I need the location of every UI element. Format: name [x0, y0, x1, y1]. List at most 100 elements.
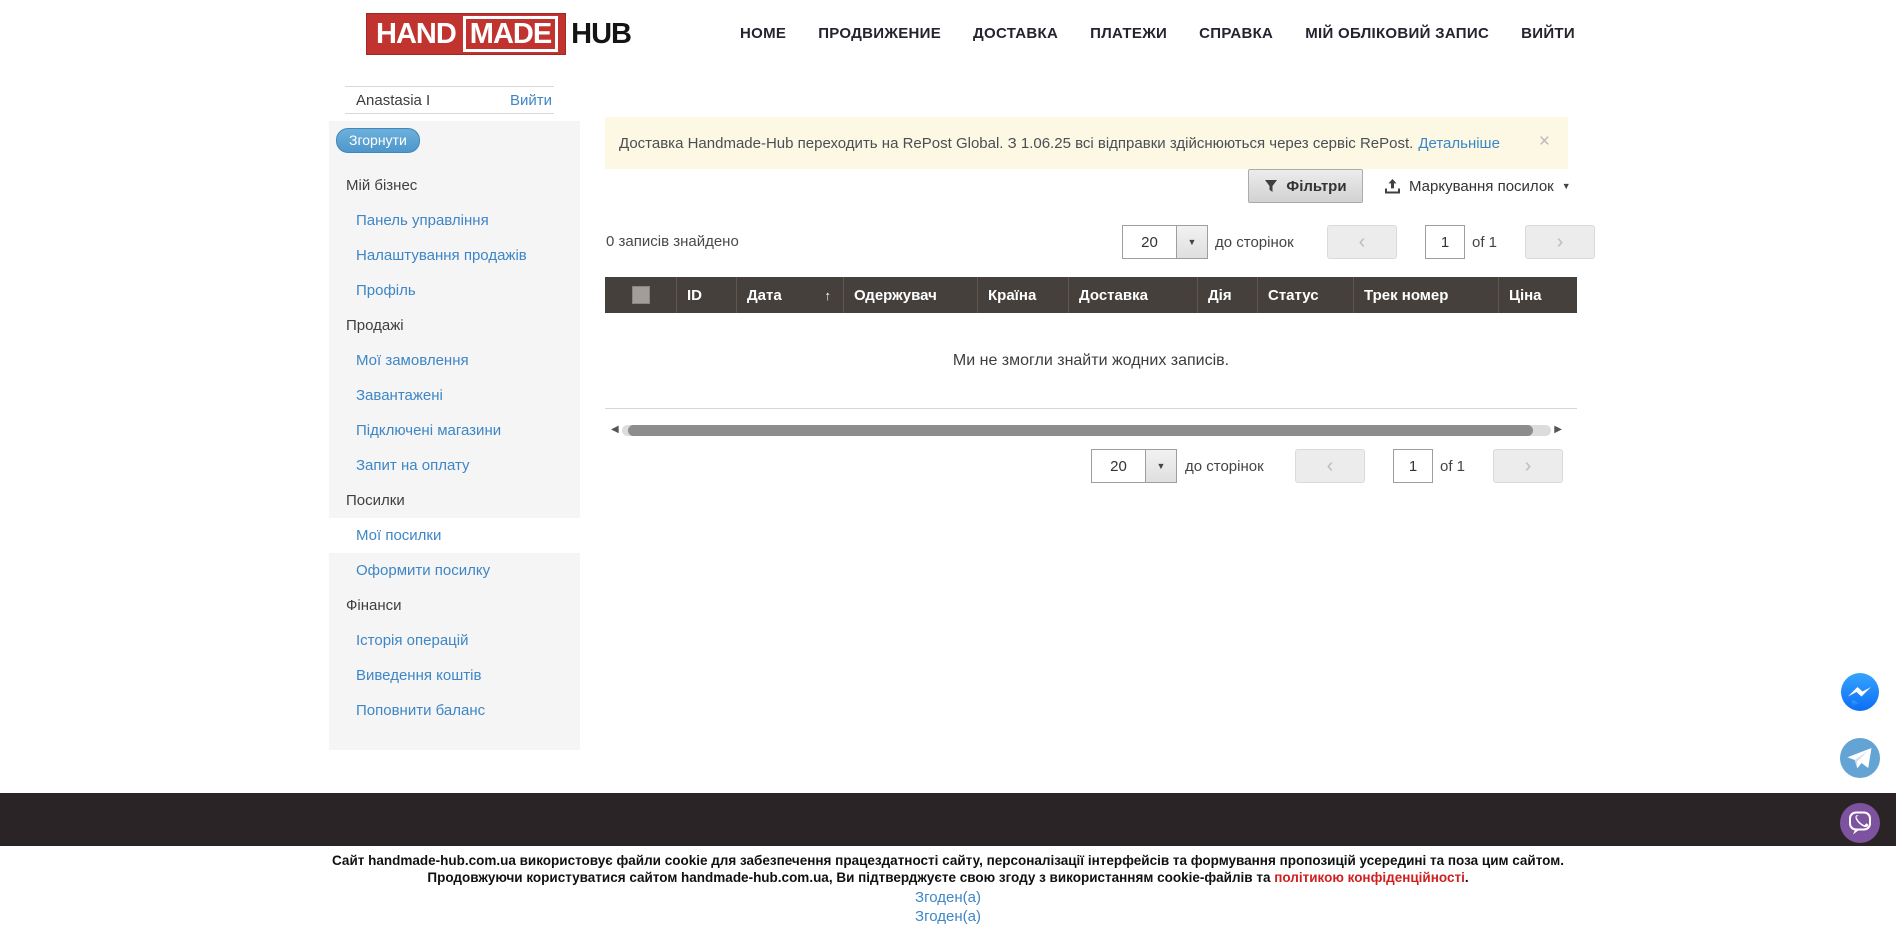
messenger-icon[interactable] [1838, 671, 1882, 715]
parcels-table-body: Ми не змогли знайти жодних записів. [605, 313, 1577, 409]
funnel-icon [1264, 179, 1278, 193]
brand-part-hand: HAND [376, 18, 456, 51]
cookie-notice: Сайт handmade-hub.com.ua використовує фа… [0, 852, 1896, 886]
viber-icon[interactable] [1838, 801, 1882, 845]
column-action[interactable]: Дія [1197, 277, 1257, 313]
brand-logo[interactable]: HAND MADE HUB [366, 13, 631, 55]
sidebar-section-finance: Фінанси [329, 588, 580, 623]
sidebar-section-my-business: Мій бізнес [329, 168, 580, 203]
agree-row-2: Згоден(а) [0, 908, 1896, 926]
cookie-line-2-period: . [1465, 870, 1469, 885]
user-logout-link[interactable]: Вийти [510, 92, 552, 109]
close-icon[interactable]: × [1539, 131, 1550, 153]
column-country[interactable]: Країна [977, 277, 1068, 313]
brand-logo-red-box: HAND MADE [366, 13, 566, 55]
select-caret-bottom: ▼ [1145, 450, 1176, 482]
brand-part-hub: HUB [571, 18, 631, 51]
column-recipient[interactable]: Одержувач [843, 277, 977, 313]
per-page-value-top: 20 [1123, 226, 1176, 258]
sidebar-item-sales-settings[interactable]: Налаштування продажів [329, 238, 580, 273]
sidebar: Згорнути Мій бізнес Панель управління На… [329, 121, 580, 750]
nav-item-logout[interactable]: ВИЙТИ [1521, 25, 1575, 42]
column-date-label: Дата [747, 287, 782, 304]
sidebar-item-uploaded[interactable]: Завантажені [329, 378, 580, 413]
nav-item-help[interactable]: СПРАВКА [1199, 25, 1273, 42]
sidebar-item-my-orders[interactable]: Мої замовлення [329, 343, 580, 378]
sidebar-item-connected-shops[interactable]: Підключені магазини [329, 413, 580, 448]
column-id[interactable]: ID [676, 277, 736, 313]
select-all-checkbox[interactable] [632, 286, 650, 304]
sidebar-item-my-parcels[interactable]: Мої посилки [329, 518, 580, 553]
prev-page-button-bottom[interactable]: ‹ [1295, 449, 1365, 483]
chevron-down-icon: ▼ [1188, 237, 1197, 247]
horizontal-scrollbar: ◀ ▶ [611, 423, 1562, 437]
chevron-right-icon: › [1557, 231, 1564, 254]
upload-tray-icon [1384, 179, 1401, 194]
nav-item-delivery[interactable]: ДОСТАВКА [973, 25, 1058, 42]
sidebar-section-sales: Продажі [329, 308, 580, 343]
banner-message: Доставка Handmade-Hub переходить на RePo… [619, 135, 1413, 152]
agree-link-2[interactable]: Згоден(а) [915, 908, 981, 925]
column-date[interactable]: Дата ↑ [736, 277, 843, 313]
empty-state-message: Ми не змогли знайти жодних записів. [953, 352, 1229, 370]
next-page-button-bottom[interactable]: › [1493, 449, 1563, 483]
nav-item-home[interactable]: HOME [740, 25, 786, 42]
records-found-count: 0 записів знайдено [606, 233, 739, 250]
scrollbar-thumb[interactable] [628, 425, 1534, 436]
telegram-icon[interactable] [1838, 736, 1882, 780]
cookie-line-1: Сайт handmade-hub.com.ua використовує фа… [0, 852, 1896, 869]
user-name: Anastasia I [356, 92, 430, 109]
chevron-down-icon: ▼ [1562, 181, 1571, 191]
parcels-table-header: ID Дата ↑ Одержувач Країна Доставка Дія … [605, 277, 1577, 313]
social-buttons [1838, 671, 1884, 866]
chevron-right-icon: › [1525, 455, 1532, 478]
sidebar-item-transactions-history[interactable]: Історія операцій [329, 623, 580, 658]
cookie-line-2-text: Продовжуючи користуватися сайтом handmad… [427, 870, 1274, 885]
sidebar-section-parcels: Посилки [329, 483, 580, 518]
parcel-marking-dropdown[interactable]: Маркування посилок ▼ [1384, 169, 1571, 203]
banner-details-link[interactable]: Детальніше [1418, 135, 1500, 152]
sidebar-item-top-up-balance[interactable]: Поповнити баланс [329, 693, 580, 728]
privacy-policy-link[interactable]: політикою конфіденційності [1274, 870, 1465, 885]
sidebar-collapse-button[interactable]: Згорнути [336, 128, 420, 153]
top-navigation: HOME ПРОДВИЖЕНИЕ ДОСТАВКА ПЛАТЕЖИ СПРАВК… [740, 0, 1575, 66]
per-page-select-top[interactable]: 20 ▼ [1122, 225, 1208, 259]
per-page-select-bottom[interactable]: 20 ▼ [1091, 449, 1177, 483]
sidebar-item-create-parcel[interactable]: Оформити посилку [329, 553, 580, 588]
page-number-input-bottom[interactable] [1393, 449, 1433, 483]
scrollbar-track[interactable] [622, 425, 1552, 436]
page-of-label-top: of 1 [1472, 234, 1497, 251]
select-all-cell [605, 277, 676, 313]
per-page-label-top: до сторінок [1215, 234, 1294, 251]
nav-item-payments[interactable]: ПЛАТЕЖИ [1090, 25, 1167, 42]
page: HAND MADE HUB HOME ПРОДВИЖЕНИЕ ДОСТАВКА … [0, 0, 1896, 937]
sort-ascending-icon[interactable]: ↑ [825, 288, 832, 303]
sidebar-menu: Мій бізнес Панель управління Налаштуванн… [329, 168, 580, 728]
filters-button[interactable]: Фільтри [1248, 169, 1363, 203]
chevron-left-icon: ‹ [1327, 455, 1334, 478]
chevron-down-icon: ▼ [1157, 461, 1166, 471]
sidebar-item-dashboard[interactable]: Панель управління [329, 203, 580, 238]
sidebar-item-payment-request[interactable]: Запит на оплату [329, 448, 580, 483]
next-page-button-top[interactable]: › [1525, 225, 1595, 259]
select-caret-top: ▼ [1176, 226, 1207, 258]
column-price[interactable]: Ціна [1498, 277, 1577, 313]
prev-page-button-top[interactable]: ‹ [1327, 225, 1397, 259]
sidebar-item-profile[interactable]: Профіль [329, 273, 580, 308]
per-page-value-bottom: 20 [1092, 450, 1145, 482]
column-track-number[interactable]: Трек номер [1353, 277, 1498, 313]
column-delivery[interactable]: Доставка [1068, 277, 1197, 313]
cookie-line-2: Продовжуючи користуватися сайтом handmad… [0, 869, 1896, 886]
sidebar-item-withdraw-funds[interactable]: Виведення коштів [329, 658, 580, 693]
agree-link-1[interactable]: Згоден(а) [915, 889, 981, 906]
agree-row-1: Згоден(а) [0, 889, 1896, 907]
page-number-input-top[interactable] [1425, 225, 1465, 259]
filters-button-label: Фільтри [1286, 178, 1346, 195]
page-of-label-bottom: of 1 [1440, 458, 1465, 475]
column-status[interactable]: Статус [1257, 277, 1353, 313]
scroll-left-icon[interactable]: ◀ [611, 423, 619, 437]
user-row: Anastasia I Вийти [345, 86, 554, 114]
nav-item-my-account[interactable]: МІЙ ОБЛІКОВИЙ ЗАПИС [1305, 25, 1489, 42]
nav-item-promotion[interactable]: ПРОДВИЖЕНИЕ [818, 25, 941, 42]
scroll-right-icon[interactable]: ▶ [1554, 423, 1562, 437]
